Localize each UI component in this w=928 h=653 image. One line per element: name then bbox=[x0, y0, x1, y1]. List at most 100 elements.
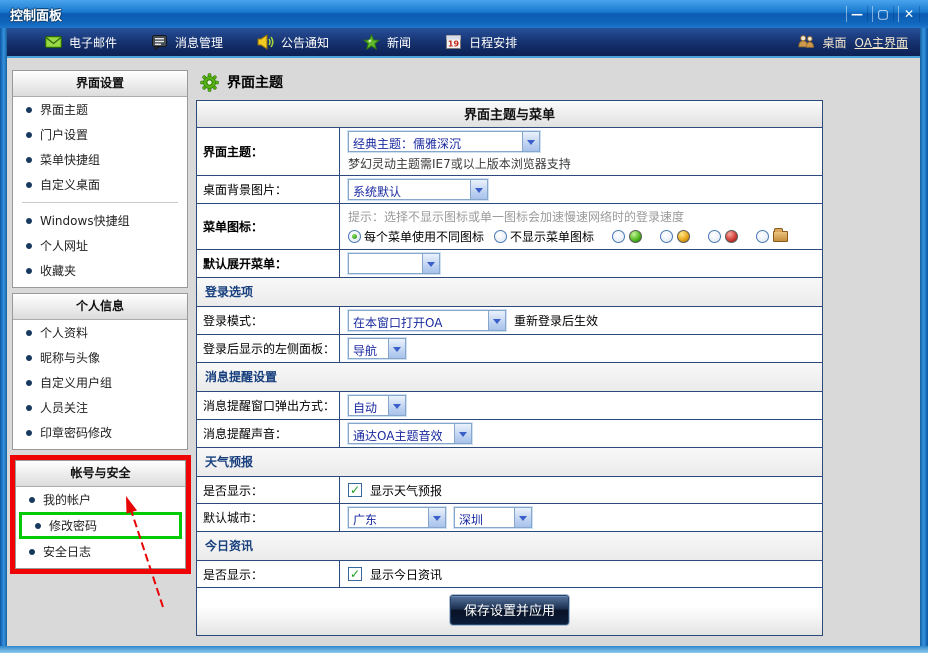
row-interface-theme: 界面主题： 经典主题：儒雅深沉 梦幻灵动主题需IE7或以上版本浏览器支持 bbox=[197, 127, 822, 175]
sidebar-section-title: 界面设置 bbox=[13, 71, 187, 97]
wallpaper-select[interactable]: 系统默认 bbox=[348, 179, 488, 200]
sidebar-item-label: 自定义桌面 bbox=[40, 176, 100, 193]
field-control: 显示天气预报 bbox=[340, 477, 822, 503]
toolbar-item-announcements[interactable]: 公告通知 bbox=[257, 34, 329, 51]
city-select[interactable]: 深圳 bbox=[454, 507, 532, 528]
msg-popup-select[interactable]: 自动 bbox=[348, 395, 406, 416]
toolbar-item-messages[interactable]: 消息管理 bbox=[151, 34, 223, 51]
login-mode-suffix: 重新登录后生效 bbox=[514, 312, 598, 329]
maximize-icon[interactable]: ▢ bbox=[872, 6, 894, 22]
field-control: 系统默认 bbox=[340, 176, 822, 203]
window-frame-right bbox=[920, 28, 928, 653]
sidebar-item-change-password[interactable]: 修改密码 bbox=[22, 515, 179, 536]
radio-yellow-orb[interactable] bbox=[660, 230, 673, 243]
chevron-down-icon bbox=[422, 254, 439, 273]
sidebar-item-favorites[interactable]: 收藏夹 bbox=[13, 258, 187, 283]
field-label: 界面主题： bbox=[197, 128, 340, 175]
msg-sound-select[interactable]: 通达OA主题音效 bbox=[348, 423, 472, 444]
sidebar-item-nickname-avatar[interactable]: 昵称与头像 bbox=[13, 345, 187, 370]
close-icon[interactable]: ✕ bbox=[898, 6, 920, 22]
toolbar-item-schedule[interactable]: 19 日程安排 bbox=[445, 34, 517, 51]
content-area: 界面设置 界面主题 门户设置 菜单快捷组 自定义桌面 Windows快捷组 个人… bbox=[7, 60, 920, 646]
window-controls: — ▢ ✕ bbox=[846, 6, 920, 22]
change-password-highlight-box: 修改密码 bbox=[19, 512, 182, 539]
main-panel: 界面主题 界面主题与菜单 界面主题： 经典主题：儒雅深沉 梦幻灵动主题需IE7或… bbox=[196, 70, 920, 646]
row-default-city: 默认城市： 广东 深圳 bbox=[197, 503, 822, 531]
login-mode-select[interactable]: 在本窗口打开OA bbox=[348, 310, 506, 331]
select-value: 导航 bbox=[349, 339, 388, 358]
left-panel-select[interactable]: 导航 bbox=[348, 338, 406, 359]
chevron-down-icon bbox=[488, 311, 505, 330]
chevron-down-icon bbox=[388, 339, 405, 358]
sidebar-item-menu-shortcut-group[interactable]: 菜单快捷组 bbox=[13, 147, 187, 172]
sidebar-item-label: 收藏夹 bbox=[40, 262, 76, 279]
sidebar-item-windows-shortcut-group[interactable]: Windows快捷组 bbox=[13, 208, 187, 233]
sidebar-item-my-account[interactable]: 我的帐户 bbox=[16, 487, 185, 512]
field-control: 经典主题：儒雅深沉 梦幻灵动主题需IE7或以上版本浏览器支持 bbox=[340, 128, 822, 175]
window-frame-bottom bbox=[0, 646, 928, 653]
row-default-menu: 默认展开菜单： bbox=[197, 249, 822, 277]
default-menu-select[interactable] bbox=[348, 253, 440, 274]
oa-home-link[interactable]: OA主界面 bbox=[855, 34, 908, 51]
minimize-icon[interactable]: — bbox=[846, 6, 868, 22]
table-footer: 保存设置并应用 bbox=[197, 588, 822, 635]
toolbar-item-label: 公告通知 bbox=[281, 34, 329, 51]
select-value: 在本窗口打开OA bbox=[349, 311, 488, 330]
field-label: 消息提醒窗口弹出方式： bbox=[197, 392, 340, 419]
radio-no-menu-icon[interactable] bbox=[494, 230, 507, 243]
titlebar: 控制面板 — ▢ ✕ bbox=[0, 0, 928, 28]
sidebar-item-portal-settings[interactable]: 门户设置 bbox=[13, 122, 187, 147]
gear-icon bbox=[200, 73, 219, 92]
radio-each-menu-icon[interactable] bbox=[348, 230, 361, 243]
checkbox-label: 显示天气预报 bbox=[370, 482, 442, 499]
news-show-checkbox[interactable] bbox=[348, 567, 362, 581]
save-apply-button[interactable]: 保存设置并应用 bbox=[450, 595, 569, 625]
row-weather-show: 是否显示： 显示天气预报 bbox=[197, 476, 822, 503]
weather-show-checkbox[interactable] bbox=[348, 483, 362, 497]
radio-red-orb[interactable] bbox=[708, 230, 721, 243]
radio-folder-icon[interactable] bbox=[756, 230, 769, 243]
field-control: 在本窗口打开OA 重新登录后生效 bbox=[340, 307, 822, 334]
sidebar-item-custom-user-group[interactable]: 自定义用户组 bbox=[13, 370, 187, 395]
toolbar-item-email[interactable]: 电子邮件 bbox=[45, 34, 117, 51]
sidebar-item-seal-password[interactable]: 印章密码修改 bbox=[13, 420, 187, 445]
sidebar-item-people-follow[interactable]: 人员关注 bbox=[13, 395, 187, 420]
sidebar-section-account-security: 帐号与安全 我的帐户 修改密码 安全日志 bbox=[15, 460, 186, 569]
chevron-down-icon bbox=[428, 508, 445, 527]
radio-green-orb[interactable] bbox=[612, 230, 625, 243]
bullet-icon bbox=[26, 218, 32, 224]
sidebar-item-interface-theme[interactable]: 界面主题 bbox=[13, 97, 187, 122]
sidebar-item-personal-profile[interactable]: 个人资料 bbox=[13, 320, 187, 345]
bullet-icon bbox=[26, 243, 32, 249]
page-header: 界面主题 bbox=[196, 70, 920, 100]
field-control: 通达OA主题音效 bbox=[340, 420, 822, 447]
bullet-icon bbox=[29, 497, 35, 503]
sidebar-item-security-log[interactable]: 安全日志 bbox=[16, 539, 185, 564]
province-select[interactable]: 广东 bbox=[348, 507, 446, 528]
field-label: 默认展开菜单： bbox=[197, 250, 340, 277]
toolbar: 电子邮件 消息管理 公告通知 新闻 19 日程安排 桌面 OA主界面 bbox=[7, 28, 920, 58]
announcement-icon bbox=[257, 34, 274, 50]
mail-icon bbox=[45, 34, 62, 50]
theme-select[interactable]: 经典主题：儒雅深沉 bbox=[348, 131, 540, 152]
chevron-down-icon bbox=[470, 180, 487, 199]
section-message-reminder: 消息提醒设置 bbox=[197, 362, 822, 391]
news-icon bbox=[363, 34, 380, 50]
section-weather: 天气预报 bbox=[197, 447, 822, 476]
settings-table: 界面主题与菜单 界面主题： 经典主题：儒雅深沉 梦幻灵动主题需IE7或以上版本浏… bbox=[196, 100, 823, 636]
sidebar-item-custom-desktop[interactable]: 自定义桌面 bbox=[13, 172, 187, 197]
bullet-icon bbox=[26, 355, 32, 361]
bullet-icon bbox=[26, 107, 32, 113]
sidebar: 界面设置 界面主题 门户设置 菜单快捷组 自定义桌面 Windows快捷组 个人… bbox=[12, 70, 188, 646]
toolbar-right: 桌面 OA主界面 bbox=[798, 34, 908, 51]
desktop-link[interactable]: 桌面 bbox=[823, 34, 847, 51]
field-label: 登录后显示的左侧面板： bbox=[197, 335, 340, 362]
field-control: 广东 深圳 bbox=[340, 504, 822, 531]
toolbar-item-news[interactable]: 新闻 bbox=[363, 34, 411, 51]
row-save: 保存设置并应用 bbox=[197, 587, 822, 635]
menu-icon-options: 每个菜单使用不同图标 不显示菜单图标 bbox=[348, 228, 788, 245]
field-control bbox=[340, 250, 822, 277]
sidebar-item-label: Windows快捷组 bbox=[40, 212, 130, 229]
row-left-panel: 登录后显示的左侧面板： 导航 bbox=[197, 334, 822, 362]
sidebar-item-personal-urls[interactable]: 个人网址 bbox=[13, 233, 187, 258]
